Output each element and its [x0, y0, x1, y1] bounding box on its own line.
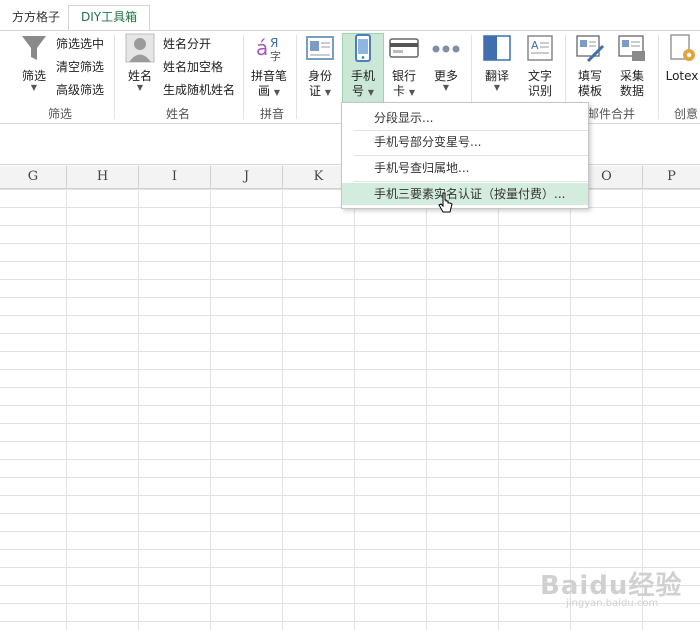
- translate-button[interactable]: 翻译 ▼: [478, 33, 516, 92]
- more-label: 更多: [433, 69, 458, 83]
- text-recognition-button[interactable]: A 文字 识别: [522, 33, 558, 99]
- chevron-down-icon: ▼: [30, 83, 38, 92]
- cell-grid[interactable]: [0, 189, 700, 630]
- pinyin-label-line1: 拼音笔: [250, 69, 287, 83]
- pinyin-label-line2: 画: [258, 84, 271, 98]
- collect-data-button[interactable]: 采集 数据: [614, 33, 650, 99]
- group-label-mail-merge: 邮件合并: [586, 107, 635, 121]
- bankcard-label-line2: 卡: [393, 84, 406, 98]
- column-header-j[interactable]: J: [211, 166, 283, 188]
- group-label-name: 姓名: [165, 107, 190, 121]
- filter-advanced[interactable]: 高级筛选: [56, 82, 104, 98]
- column-header-h[interactable]: H: [67, 166, 139, 188]
- phone-button[interactable]: 手机 号 ▼: [343, 33, 383, 100]
- menu-item-mask-phone[interactable]: 手机号部分变星号...: [342, 131, 588, 153]
- group-divider: [658, 35, 659, 119]
- watermark-brand: Baidu经验: [540, 571, 683, 601]
- collect-data-label-line1: 采集: [619, 69, 644, 83]
- fill-template-label-line2: 模板: [577, 84, 602, 98]
- name-button-label: 姓名: [127, 69, 152, 83]
- pinyin-stroke-button[interactable]: á Я 字 拼音笔 画 ▼: [248, 33, 290, 100]
- name-add-space[interactable]: 姓名加空格: [163, 59, 223, 75]
- pinyin-icon: á Я 字: [256, 36, 281, 63]
- chevron-down-icon: ▼: [408, 88, 415, 97]
- tab-diy-toolbox[interactable]: DIY工具箱: [68, 5, 151, 30]
- more-dots-icon: [432, 45, 460, 53]
- fill-template-button[interactable]: 填写 模板: [572, 33, 608, 99]
- idcard-button[interactable]: 身份 证 ▼: [302, 33, 338, 100]
- translate-label: 翻译: [484, 69, 509, 83]
- tab-bar: 方方格子 DIY工具箱: [0, 0, 700, 31]
- name-split[interactable]: 姓名分开: [163, 36, 211, 52]
- column-header-g[interactable]: G: [0, 166, 67, 188]
- collect-data-label-line2: 数据: [619, 84, 644, 98]
- group-divider: [114, 35, 115, 119]
- fill-template-label-line1: 填写: [577, 69, 602, 83]
- filter-button-label: 筛选: [21, 69, 46, 83]
- menu-item-segment-display[interactable]: 分段显示...: [342, 107, 588, 129]
- chevron-down-icon: ▼: [493, 83, 501, 92]
- filter-selected[interactable]: 筛选选中: [56, 36, 104, 52]
- phone-label-line2: 号: [352, 84, 365, 98]
- ocr-label-line1: 文字: [527, 69, 552, 83]
- ocr-label-line2: 识别: [527, 84, 552, 98]
- phone-label-line1: 手机: [350, 69, 375, 83]
- phone-dropdown-menu: 分段显示... 手机号部分变星号... 手机号查归属地... 手机三要素实名认证…: [341, 102, 589, 209]
- group-label-create: 创意: [674, 107, 699, 121]
- menu-item-three-factor-verification[interactable]: 手机三要素实名认证（按量付费）...: [342, 183, 588, 205]
- group-label-pinyin: 拼音: [259, 107, 284, 121]
- collect-data-icon: [618, 35, 645, 61]
- column-header-p[interactable]: P: [643, 166, 700, 188]
- chevron-down-icon: ▼: [324, 88, 331, 97]
- form-pen-icon: [576, 35, 605, 63]
- group-divider: [243, 35, 244, 119]
- filter-clear[interactable]: 清空筛选: [56, 59, 104, 75]
- svg-text:字: 字: [270, 49, 281, 63]
- baidu-jingyan-watermark: Baidu经验 jingyan.baidu.com: [540, 565, 690, 615]
- column-header-i[interactable]: I: [139, 166, 211, 188]
- lotex-gear-icon: [670, 34, 695, 61]
- bankcard-label-line1: 银行: [391, 69, 416, 83]
- group-label-filter: 筛选: [47, 107, 72, 121]
- lotex-label: Lotex: [665, 69, 699, 83]
- chevron-down-icon: ▼: [367, 88, 374, 97]
- chevron-down-icon: ▼: [273, 88, 280, 97]
- name-button[interactable]: 姓名 ▼: [122, 33, 158, 92]
- more-button[interactable]: 更多 ▼: [428, 33, 464, 92]
- chevron-down-icon: ▼: [442, 83, 450, 92]
- id-card-icon: [306, 36, 334, 60]
- menu-item-phone-location[interactable]: 手机号查归属地...: [342, 157, 588, 179]
- tab-fangfang-gezi[interactable]: 方方格子: [0, 6, 72, 30]
- person-icon: [125, 33, 155, 63]
- svg-text:A: A: [531, 39, 539, 52]
- bankcard-button[interactable]: 银行 卡 ▼: [386, 33, 422, 100]
- idcard-label-line1: 身份: [307, 69, 332, 83]
- svg-text:Я: Я: [270, 36, 278, 50]
- idcard-label-line2: 证: [309, 84, 322, 98]
- svg-text:á: á: [256, 36, 268, 60]
- menu-divider: [354, 181, 588, 182]
- bank-card-icon: [389, 38, 419, 58]
- text-document-icon: A: [527, 35, 553, 61]
- menu-divider: [354, 155, 588, 156]
- funnel-icon: [22, 36, 46, 60]
- chevron-down-icon: ▼: [136, 83, 144, 92]
- lotex-button[interactable]: Lotex: [664, 33, 700, 84]
- translate-icon: [483, 35, 511, 61]
- mobile-phone-icon: [355, 34, 371, 62]
- filter-button[interactable]: 筛选 ▼: [16, 33, 52, 92]
- group-divider: [296, 35, 297, 119]
- mouse-pointer-icon: [438, 192, 453, 213]
- name-random[interactable]: 生成随机姓名: [163, 82, 235, 98]
